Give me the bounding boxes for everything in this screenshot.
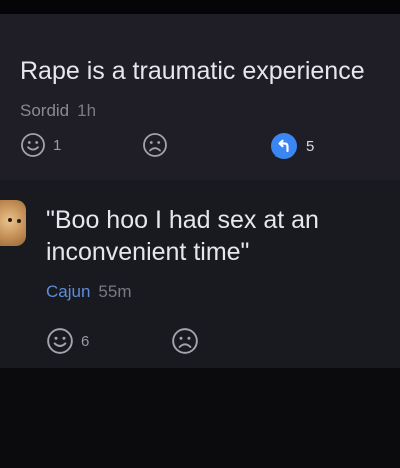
frown-icon: [142, 132, 168, 158]
reply-author[interactable]: Cajun: [46, 282, 90, 301]
smile-icon: [20, 132, 46, 158]
post-dislike-button[interactable]: [142, 132, 168, 158]
post-author[interactable]: Sordid: [20, 101, 69, 120]
smile-icon: [46, 327, 74, 355]
frown-icon: [171, 327, 199, 355]
reply-time: 55m: [98, 282, 132, 301]
post-meta: Sordid 1h: [20, 100, 96, 122]
post-time: 1h: [77, 101, 97, 120]
reply-arrow-icon: [270, 132, 298, 160]
avatar[interactable]: [0, 200, 26, 246]
reply-card[interactable]: "Boo hoo I had sex at an inconvenient ti…: [0, 180, 400, 368]
avatar-eye: [8, 218, 12, 222]
post-like-count: 1: [53, 136, 62, 154]
post-like-button[interactable]: 1: [20, 132, 61, 158]
post-text: Rape is a traumatic experience: [20, 57, 365, 85]
reply-like-count: 6: [81, 332, 90, 350]
reply-text-line: "Boo hoo I had sex at an: [46, 206, 319, 234]
reply-dislike-button[interactable]: [171, 327, 199, 355]
post-replies-button[interactable]: 5: [270, 132, 314, 160]
post-card[interactable]: Rape is a traumatic experience Sordid 1h …: [0, 14, 400, 180]
avatar-eye: [17, 219, 21, 223]
top-strip: [0, 0, 400, 14]
reply-text-line: inconvenient time": [46, 238, 250, 266]
reply-like-button[interactable]: 6: [46, 327, 89, 355]
reply-meta: Cajun 55m: [46, 281, 132, 303]
empty-feed-area: [0, 368, 400, 468]
reply-text: "Boo hoo I had sex at an inconvenient ti…: [46, 204, 386, 268]
post-reply-count: 5: [306, 137, 315, 155]
